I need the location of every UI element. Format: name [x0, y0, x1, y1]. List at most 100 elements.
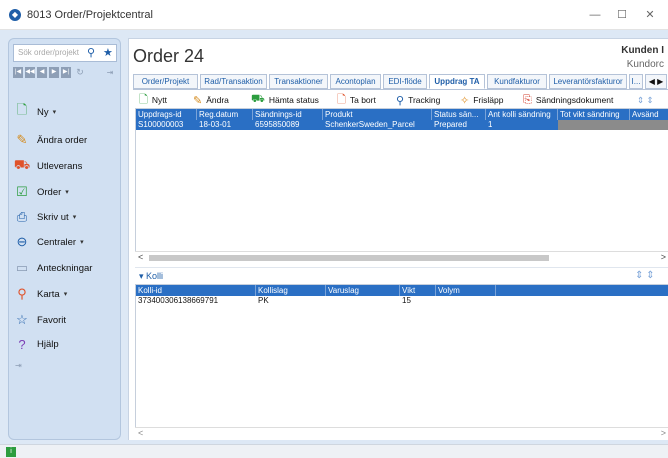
tab-more[interactable]: I...	[629, 74, 643, 89]
title-bar: ◆ 8013 Order/Projektcentral — ☐ ✕	[0, 0, 668, 30]
col-uppdrags-id[interactable]: Uppdrags-id	[136, 109, 197, 120]
tab-uppdrag-ta[interactable]: Uppdrag TA	[429, 74, 485, 89]
uppdrag-grid: Uppdrags-id Reg.datum Sändnings-id Produ…	[135, 108, 668, 263]
frislapp-button[interactable]: ✧ Frisläpp	[460, 93, 503, 107]
sandningsdokument-button[interactable]: ⎘ Sändningsdokument	[523, 93, 613, 107]
next-record-button[interactable]: ▶	[49, 67, 59, 78]
sidebar-item-karta[interactable]: ⚲ Karta ▾	[13, 283, 121, 305]
sidebar-item-label: Order	[37, 186, 62, 198]
star-favorite-icon[interactable]: ★	[103, 46, 113, 59]
minimize-button[interactable]: —	[585, 7, 605, 23]
tab-edi-flode[interactable]: EDI-flöde	[383, 74, 427, 89]
prev-record-button[interactable]: ◀	[37, 67, 47, 78]
grid-header: Kolli-id Kollislag Varuslag Vikt Volym	[136, 285, 668, 296]
col-varuslag[interactable]: Varuslag	[326, 285, 400, 296]
search-icon[interactable]: ⚲	[87, 46, 95, 59]
col-reg-datum[interactable]: Reg.datum	[197, 109, 253, 120]
tab-leverantorsfakturor[interactable]: Leverantörsfakturor	[549, 74, 627, 89]
kolli-grid: Kolli-id Kollislag Varuslag Vikt Volym 3…	[135, 284, 668, 439]
customize-icon[interactable]: ⇥	[15, 361, 22, 370]
col-avsand[interactable]: Avsänd	[630, 109, 668, 120]
ta-bort-button[interactable]: 🗋 Ta bort	[337, 93, 376, 107]
cell-sandnings-id: 6595850089	[255, 120, 300, 129]
sidebar-item-favorit[interactable]: ☆ Favorit	[13, 309, 121, 331]
sidebar-item-hjalp[interactable]: ? Hjälp	[13, 333, 121, 355]
collapse-icon[interactable]: ⇥	[105, 67, 115, 78]
search-input[interactable]: Sök order/projekt	[18, 48, 79, 57]
close-button[interactable]: ✕	[640, 7, 660, 23]
tab-scroll-arrows[interactable]: ◀ ▶	[645, 74, 667, 89]
sidebar-item-andra-order[interactable]: ✎ Ändra order	[13, 129, 121, 151]
col-tot-vikt[interactable]: Tot vikt sändning	[558, 109, 630, 120]
scroll-right-icon[interactable]: >	[661, 428, 666, 438]
col-kolli-id[interactable]: Kolli-id	[136, 285, 256, 296]
col-volym[interactable]: Volym	[436, 285, 496, 296]
grid2-scrollbar[interactable]: < >	[135, 427, 668, 439]
status-bar: i	[0, 444, 668, 458]
hamta-status-button[interactable]: ⛟ Hämta status	[251, 93, 319, 107]
sidebar-item-ny[interactable]: 🗋 Ny ▾	[13, 101, 121, 123]
chevron-down-icon: ▾	[139, 271, 144, 281]
kolli-section-header[interactable]: ▾ Kolli ⇕ ⇕	[135, 267, 668, 281]
refresh-icon[interactable]: ↻	[75, 67, 85, 78]
edit-icon: ✎	[193, 94, 203, 107]
col-vikt[interactable]: Vikt	[400, 285, 436, 296]
cell-produkt: SchenkerSweden_Parcel	[325, 120, 415, 129]
table-row[interactable]: S100000003 18-03-01 6595850089 SchenkerS…	[136, 120, 668, 130]
tracking-button[interactable]: ⚲ Tracking	[396, 93, 440, 107]
nytt-label: Nytt	[151, 95, 167, 105]
grid1-scrollbar[interactable]: < >	[135, 251, 668, 263]
prev-page-button[interactable]: ◀◀	[25, 67, 35, 78]
first-record-button[interactable]: |◀	[13, 67, 23, 78]
sidebar-item-utleverans[interactable]: ⛟ Utleverans	[13, 155, 121, 177]
maximize-button[interactable]: ☐	[612, 7, 632, 23]
sidebar-item-centraler[interactable]: ⊖ Centraler ▾	[13, 231, 121, 253]
info-icon[interactable]: i	[6, 447, 16, 457]
chevron-down-icon: ▾	[80, 239, 84, 246]
cell-kolli-id: 373400306138669791	[138, 296, 219, 305]
sidebar-item-label: Skriv ut	[37, 211, 69, 223]
frislapp-label: Frisläpp	[473, 95, 504, 105]
nytt-button[interactable]: 🗋 Nytt	[139, 93, 167, 107]
scroll-right-icon[interactable]: >	[661, 252, 666, 262]
tab-transaktioner[interactable]: Transaktioner	[269, 74, 328, 89]
sidebar-item-anteckningar[interactable]: ▭ Anteckningar	[13, 257, 121, 279]
hamta-status-label: Hämta status	[268, 95, 319, 105]
edit-order-icon: ✎	[16, 132, 28, 147]
sidebar-item-order[interactable]: ☑ Order ▾	[13, 181, 121, 203]
chevron-down-icon: ▾	[52, 109, 57, 116]
sidebar-item-skriv-ut[interactable]: ⎙ Skriv ut ▾	[13, 206, 121, 228]
ta-bort-label: Ta bort	[349, 95, 376, 105]
table-row[interactable]: 373400306138669791 PK 15	[136, 296, 668, 306]
kolli-title-label: Kolli	[146, 271, 164, 281]
cell-kollislag: PK	[258, 296, 269, 305]
scrollbar-thumb[interactable]	[149, 255, 549, 261]
cell-uppdrags-id: S100000003	[138, 120, 184, 129]
col-ant-kolli[interactable]: Ant kolli sändning	[486, 109, 558, 120]
tracking-label: Tracking	[408, 95, 441, 105]
last-record-button[interactable]: ▶|	[61, 67, 71, 78]
delete-icon: 🗋	[337, 93, 346, 106]
expand-collapse-icon[interactable]: ⇕ ⇕	[635, 270, 655, 281]
tab-kundfakturor[interactable]: Kundfakturor	[487, 74, 547, 89]
col-sandnings-id[interactable]: Sändnings-id	[253, 109, 323, 120]
col-status[interactable]: Status sän...	[432, 109, 486, 120]
order-icon: ☑	[16, 184, 28, 199]
new-document-icon: 🗋	[16, 102, 28, 117]
search-box[interactable]: Sök order/projekt ⚲ ★	[13, 44, 117, 62]
tab-bar: Order/Projekt Rad/Transaktion Transaktio…	[133, 74, 668, 89]
tab-order-projekt[interactable]: Order/Projekt	[133, 74, 198, 89]
cell-avsand	[630, 120, 668, 130]
scroll-left-icon[interactable]: <	[138, 252, 143, 262]
sidebar-item-label: Utleverans	[37, 160, 83, 172]
expand-collapse-icon[interactable]: ⇕ ⇕	[637, 93, 654, 107]
scroll-left-icon[interactable]: <	[138, 428, 143, 438]
col-kollislag[interactable]: Kollislag	[256, 285, 326, 296]
col-produkt[interactable]: Produkt	[323, 109, 432, 120]
cell-volym	[436, 296, 438, 306]
tab-rad-transaktion[interactable]: Rad/Transaktion	[200, 74, 267, 89]
kolli-title: ▾ Kolli	[139, 271, 163, 282]
tab-acontoplan[interactable]: Acontoplan	[330, 74, 381, 89]
new-document-icon: 🗋	[139, 93, 148, 106]
andra-button[interactable]: ✎ Ändra	[193, 93, 229, 107]
